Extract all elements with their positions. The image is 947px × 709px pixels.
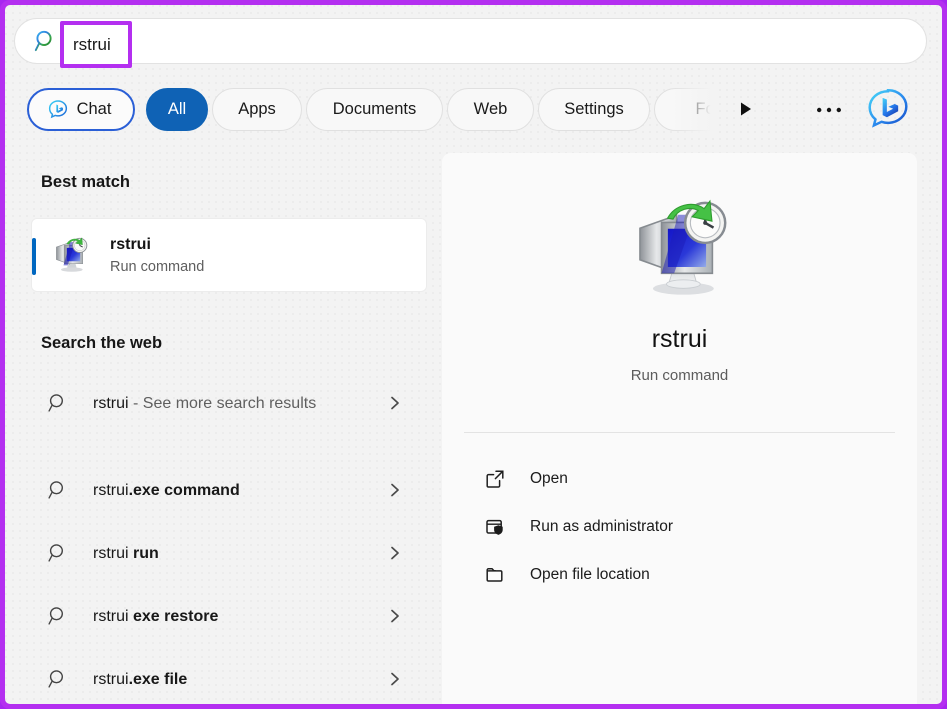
chip-chat-label: Chat: [76, 100, 112, 118]
search-box[interactable]: [14, 18, 927, 64]
search-icon: [34, 30, 52, 52]
preview-icon-wrap: [442, 195, 917, 303]
web-suggestion-item[interactable]: rstrui run: [31, 527, 427, 579]
web-suggestion-suffix: - See more search results: [128, 394, 317, 412]
chip-apps-label: Apps: [238, 100, 276, 118]
chip-web[interactable]: Web: [447, 88, 534, 131]
web-suggestion-item[interactable]: rstrui exe restore: [31, 590, 427, 642]
web-suggestion-suffix: exe restore: [133, 607, 219, 625]
chevron-right-icon: [391, 609, 399, 623]
web-suggestion-prefix: rstrui: [93, 670, 129, 688]
action-label: Open file location: [530, 566, 650, 583]
chevron-right-icon: [391, 396, 399, 410]
search-query-text: rstrui: [73, 34, 111, 54]
magnifier-icon: [48, 544, 63, 562]
filter-chip-row: Chat All Apps Documents Web Settings Fol…: [5, 84, 942, 136]
preview-divider: [464, 432, 895, 433]
chevron-right-icon: [391, 672, 399, 686]
magnifier-icon: [48, 607, 63, 625]
web-suggestion-label: rstrui.exe file: [93, 667, 361, 692]
web-suggestion-item[interactable]: rstrui.exe command: [31, 464, 427, 516]
web-suggestion-prefix: rstrui: [93, 394, 129, 412]
system-restore-icon: [56, 237, 88, 272]
chevron-right-icon: [391, 483, 399, 497]
web-suggestion-prefix: rstrui: [93, 544, 133, 562]
system-restore-icon: [638, 199, 726, 295]
bing-logo-icon: [868, 89, 908, 128]
search-the-web-header: Search the web: [41, 334, 163, 352]
web-suggestion-suffix: run: [133, 544, 159, 562]
web-suggestion-label: rstrui run: [93, 541, 361, 566]
search-input[interactable]: [79, 31, 779, 51]
bing-logo-button[interactable]: [865, 87, 911, 133]
chip-row-fade: [670, 84, 718, 136]
action-label: Open: [530, 470, 568, 487]
action-open-file-location[interactable]: Open file location: [458, 555, 898, 595]
chip-all-label: All: [167, 100, 187, 118]
ellipsis-icon: [817, 107, 841, 113]
chip-web-label: Web: [473, 100, 508, 118]
magnifier-icon: [48, 670, 63, 688]
web-suggestion-item[interactable]: rstrui.exe file: [31, 653, 427, 704]
chip-apps[interactable]: Apps: [212, 88, 302, 131]
folder-icon: [484, 564, 506, 586]
chip-documents-label: Documents: [332, 100, 417, 118]
chip-scroll-right-button[interactable]: [735, 98, 757, 120]
best-match-text: rstrui Run command: [110, 234, 204, 277]
best-match-title: rstrui: [110, 235, 151, 253]
shield-window-icon: [484, 516, 506, 538]
action-label: Run as administrator: [530, 518, 674, 535]
chip-settings-label: Settings: [564, 100, 624, 118]
triangle-right-icon: [741, 102, 751, 116]
chip-settings[interactable]: Settings: [538, 88, 650, 131]
selection-accent-bar: [32, 238, 36, 275]
best-match-item[interactable]: rstrui Run command: [31, 218, 427, 292]
chip-documents[interactable]: Documents: [306, 88, 443, 131]
chip-overflow-button[interactable]: [811, 98, 847, 122]
web-suggestion-suffix: .exe file: [128, 670, 188, 688]
search-query-highlight[interactable]: rstrui: [60, 21, 132, 68]
chevron-right-icon: [391, 546, 399, 560]
web-suggestion-item[interactable]: rstrui - See more search results: [31, 372, 427, 434]
web-suggestion-label: rstrui.exe command: [93, 478, 361, 503]
action-run-as-administrator[interactable]: Run as administrator: [458, 507, 898, 547]
web-suggestion-label: rstrui - See more search results: [93, 391, 361, 416]
preview-title: rstrui: [651, 325, 708, 353]
preview-subtitle: Run command: [630, 367, 729, 384]
web-suggestion-label: rstrui exe restore: [93, 604, 361, 629]
web-suggestion-prefix: rstrui: [93, 607, 133, 625]
best-match-subtitle: Run command: [110, 258, 205, 275]
magnifier-icon: [48, 394, 63, 412]
web-suggestion-prefix: rstrui: [93, 481, 129, 499]
web-suggestion-suffix: .exe command: [128, 481, 240, 499]
magnifier-icon: [48, 481, 63, 499]
chip-chat[interactable]: Chat: [27, 88, 135, 131]
results-column: Best match rstrui Run command Search the…: [5, 147, 442, 704]
preview-panel: rstrui Run command Open Run as administr…: [442, 153, 917, 704]
chip-scroll-viewport: Chat All Apps Documents Web Settings Fol…: [5, 84, 718, 136]
chip-all[interactable]: All: [146, 88, 208, 131]
best-match-header: Best match: [41, 173, 130, 191]
search-flyout: rstrui Chat All: [0, 0, 947, 709]
bing-chat-icon: [48, 99, 67, 118]
open-external-icon: [484, 468, 506, 490]
action-open[interactable]: Open: [458, 459, 898, 499]
